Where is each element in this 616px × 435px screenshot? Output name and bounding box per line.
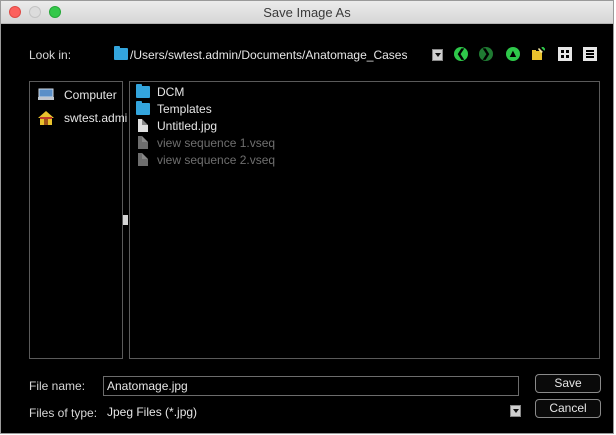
file-type-dropdown-button[interactable] — [510, 405, 521, 417]
title-bar: Save Image As — [1, 1, 613, 24]
sidebar-item-label: Computer — [64, 88, 117, 102]
look-in-label: Look in: — [29, 48, 72, 62]
file-name: Templates — [157, 102, 212, 116]
file-type-value: Jpeg Files (*.jpg) — [107, 405, 198, 419]
file-type-select[interactable]: Jpeg Files (*.jpg) — [103, 402, 524, 422]
look-in-path: /Users/swtest.admin/Documents/Anatomage_… — [130, 48, 408, 62]
up-icon[interactable]: ▲ — [506, 47, 520, 61]
file-name: DCM — [157, 85, 185, 99]
new-folder-icon[interactable] — [531, 46, 546, 61]
file-name: view sequence 1.vseq — [157, 136, 276, 150]
folder-icon — [114, 46, 128, 60]
splitter-handle[interactable] — [123, 215, 128, 225]
folder-icon — [136, 101, 150, 115]
look-in-dropdown-button[interactable] — [432, 49, 443, 61]
computer-icon — [38, 88, 54, 100]
detail-view-icon[interactable] — [583, 47, 597, 61]
file-type-label: Files of type: — [29, 406, 98, 420]
file-icon — [138, 136, 148, 149]
file-icon — [138, 119, 148, 132]
file-name: Untitled.jpg — [157, 119, 218, 133]
folder-icon — [136, 84, 150, 98]
file-icon — [138, 153, 148, 166]
home-icon — [38, 111, 54, 125]
file-list: DCM Templates Untitled.jpg view sequence… — [129, 81, 600, 359]
file-name-value: Anatomage.jpg — [107, 379, 188, 393]
look-in-combobox[interactable]: /Users/swtest.admin/Documents/Anatomage_… — [114, 45, 428, 65]
cancel-button[interactable]: Cancel — [535, 399, 601, 418]
places-sidebar: Computer swtest.admi — [29, 81, 127, 359]
forward-icon[interactable]: ❯ — [479, 47, 493, 61]
file-name-label: File name: — [29, 379, 86, 393]
file-name-field[interactable]: Anatomage.jpg — [103, 376, 519, 396]
window-title: Save Image As — [263, 5, 351, 20]
back-icon[interactable]: ❮ — [454, 47, 468, 61]
list-view-icon[interactable] — [558, 47, 572, 61]
save-button[interactable]: Save — [535, 374, 601, 393]
file-name: view sequence 2.vseq — [157, 153, 276, 167]
save-image-dialog: Save Image As Look in: /Users/swtest.adm… — [0, 0, 614, 434]
sidebar-item-label: swtest.admi — [64, 111, 128, 125]
